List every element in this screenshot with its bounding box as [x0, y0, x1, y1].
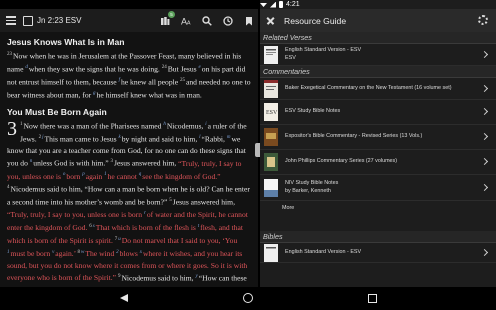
list-item[interactable]: Baker Exegetical Commentary on the New T… [260, 78, 496, 100]
gear-icon[interactable] [478, 15, 488, 25]
svg-text:ESV: ESV [266, 110, 278, 116]
resource-guide-pane: Resource Guide Related Verses English St… [260, 9, 496, 287]
text-size-icon[interactable]: AA [181, 16, 191, 25]
recent-apps-icon[interactable] [368, 294, 377, 303]
search-icon[interactable] [202, 15, 212, 26]
verse-block: 23Now when he was in Jerusalem at the Pa… [7, 51, 251, 100]
book-cover-icon [264, 79, 278, 98]
section-related-verses: Related Verses [260, 32, 496, 44]
resource-title: Expositor's Bible Commentary - Revised S… [285, 133, 423, 140]
resource-title: John Phillips Commentary Series (27 volu… [285, 158, 398, 165]
list-item[interactable]: ESV ESV Study Bible Notes [260, 100, 496, 125]
bookmark-icon[interactable] [244, 16, 254, 26]
chevron-right-icon [480, 50, 489, 58]
resource-subtitle: by Barker, Kenneth [285, 187, 331, 194]
home-icon[interactable] [243, 293, 253, 303]
section-heading-2: You Must Be Born Again [7, 106, 107, 117]
resource-guide-toolbar: Resource Guide [260, 9, 496, 32]
list-item[interactable]: English Standard Version - ESV ESV [260, 44, 496, 66]
back-icon[interactable] [120, 294, 128, 302]
library-icon[interactable]: 5 [160, 10, 175, 26]
resource-guide-title: Resource Guide [284, 15, 347, 26]
menu-icon[interactable] [3, 9, 19, 32]
close-icon[interactable] [264, 9, 280, 32]
resource-title: NIV Study Bible Notes [285, 179, 339, 186]
resource-title: Baker Exegetical Commentary on the New T… [285, 84, 452, 91]
status-bar: 4:21 [0, 0, 496, 9]
history-icon[interactable] [223, 15, 233, 26]
chevron-right-icon [480, 132, 489, 141]
scripture-text[interactable]: Jesus Knows What Is in Man 23Now when he… [0, 32, 258, 287]
chevron-right-icon [480, 157, 489, 166]
more-link[interactable]: More [260, 201, 496, 215]
book-icon[interactable] [23, 15, 33, 26]
list-item[interactable]: John Phillips Commentary Series (27 volu… [260, 150, 496, 175]
resource-title: ESV Study Bible Notes [285, 108, 341, 115]
chevron-right-icon [480, 183, 489, 191]
chapter-number: 3 [7, 117, 17, 140]
library-badge: 5 [168, 10, 175, 18]
signal-icon [270, 1, 276, 8]
book-cover-icon [264, 153, 278, 171]
section-commentaries: Commentaries [260, 66, 496, 78]
bible-reader-pane: Jn 2:23 ESV 5 AA Jesus Knows What Is in … [0, 9, 258, 287]
resource-title: English Standard Version - ESV [285, 46, 362, 53]
reader-toolbar: Jn 2:23 ESV 5 AA [0, 9, 258, 32]
list-item[interactable]: NIV Study Bible Notes by Barker, Kenneth [260, 175, 496, 201]
book-cover-icon [264, 128, 278, 146]
book-cover-icon [264, 45, 278, 64]
navigation-bar [0, 287, 496, 310]
svg-text:A: A [187, 20, 191, 25]
verse-block: 3 1Now there was a man of the Pharisees n… [7, 117, 250, 287]
resource-title: English Standard Version - ESV [285, 248, 362, 255]
resource-subtitle: ESV [285, 54, 296, 61]
book-cover-icon [264, 178, 278, 197]
chevron-right-icon [480, 84, 489, 92]
list-item[interactable]: English Standard Version - ESV [260, 243, 496, 263]
chevron-right-icon [480, 248, 489, 256]
section-bibles: Bibles [260, 231, 496, 243]
list-item[interactable]: Expositor's Bible Commentary - Revised S… [260, 125, 496, 150]
battery-icon [279, 1, 283, 8]
chevron-right-icon [480, 107, 489, 116]
book-cover-icon: ESV [264, 103, 278, 121]
status-time: 4:21 [286, 1, 300, 8]
passage-reference[interactable]: Jn 2:23 ESV [37, 16, 81, 25]
book-cover-icon [264, 243, 278, 262]
section-heading: Jesus Knows What Is in Man [7, 37, 125, 47]
wifi-icon [260, 3, 267, 7]
